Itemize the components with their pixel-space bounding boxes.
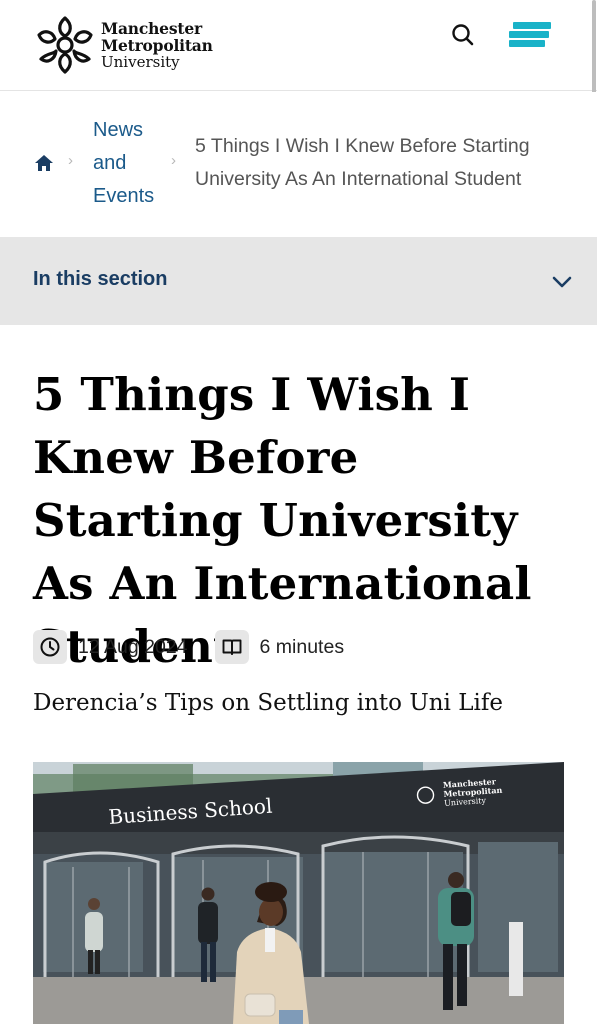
publish-date: 12 Aug 2024 <box>33 630 188 664</box>
logo-wordmark: Manchester Metropolitan University <box>101 20 213 71</box>
read-time: 6 minutes <box>214 630 345 664</box>
home-icon[interactable] <box>33 152 55 174</box>
hamburger-menu-icon <box>509 31 549 38</box>
book-icon <box>214 630 249 664</box>
article-hero-image: Business School Manchester Metropolitan … <box>33 762 564 1024</box>
business-school-photo: Business School Manchester Metropolitan … <box>33 762 564 1024</box>
logo-line-1: Manchester <box>101 18 202 38</box>
logo-emblem-icon <box>37 16 93 74</box>
chevron-down-icon <box>552 276 572 288</box>
menu-button[interactable] <box>505 18 555 52</box>
search-button[interactable] <box>448 20 478 50</box>
logo-line-2: Metropolitan <box>101 35 213 55</box>
site-header: Manchester Metropolitan University <box>0 0 597 130</box>
hamburger-menu-icon <box>509 40 545 47</box>
university-logo[interactable]: Manchester Metropolitan University <box>33 10 223 80</box>
hamburger-menu-icon <box>513 22 551 29</box>
search-icon <box>452 24 474 46</box>
in-this-section-label: In this section <box>33 268 168 290</box>
breadcrumb-current-page: 5 Things I Wish I Knew Before Starting U… <box>195 135 530 190</box>
breadcrumb-separator-icon: › <box>171 152 176 169</box>
article-meta: 12 Aug 2024 6 minutes <box>33 630 344 664</box>
clock-icon <box>33 630 67 664</box>
logo-line-3: University <box>101 52 180 71</box>
breadcrumb-separator-icon: › <box>68 152 73 169</box>
article-subtitle: Derencia’s Tips on Settling into Uni Lif… <box>33 690 503 716</box>
read-time-text: 6 minutes <box>259 635 345 658</box>
publish-date-text: 12 Aug 2024 <box>78 635 188 658</box>
breadcrumb: › News and Events › 5 Things I Wish I Kn… <box>0 92 597 237</box>
breadcrumb-news-and-events-link[interactable]: News and Events <box>93 114 173 213</box>
in-this-section-toggle[interactable]: In this section <box>0 237 597 325</box>
